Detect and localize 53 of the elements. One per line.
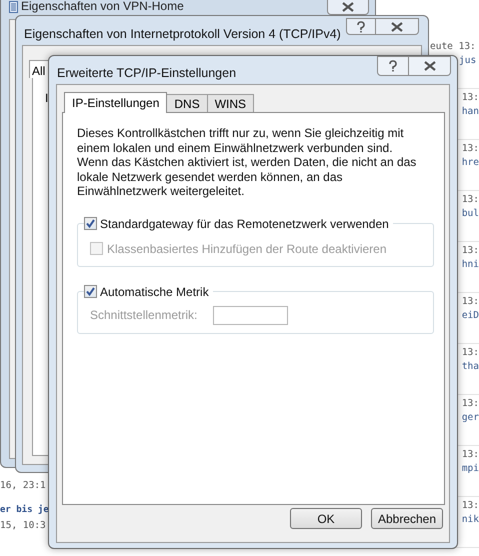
checkbox-label: Klassenbasiertes Hinzufügen der Route deaktivieren xyxy=(107,240,386,258)
timestamp: 13: xyxy=(462,346,479,360)
link[interactable]: bul xyxy=(462,207,479,221)
checkbox-label: Automatische Metrik xyxy=(100,284,209,300)
timestamp: 13: xyxy=(462,499,479,513)
description-text: Dieses Kontrollkästchen trifft nur zu, wenn Sie gleichzeitig mit einem lokalen und einem Einwählnetzwerk verbunden sind. Wenn das Kästchen aktiviert ist, werden Daten, die nicht an das lokale Netzwerk gesendet werden können, an das Einwählnetzwerk weitergeleitet. xyxy=(77,126,418,198)
help-button[interactable] xyxy=(346,18,376,35)
check-icon xyxy=(86,219,95,228)
close-button[interactable] xyxy=(376,18,419,35)
dialog-button[interactable]: Abbrechen xyxy=(371,508,443,529)
tab[interactable]: WINS xyxy=(206,94,254,112)
timestamp: 15, 10:3 xyxy=(0,519,46,533)
link[interactable]: mpi xyxy=(462,462,479,476)
link[interactable]: er bis je xyxy=(0,503,49,518)
tab[interactable]: All xyxy=(29,60,49,78)
help-button[interactable] xyxy=(377,56,409,76)
close-icon xyxy=(391,22,403,32)
close-button[interactable] xyxy=(327,0,369,15)
timestamp: 16, 23:1 xyxy=(0,479,46,493)
window-title: Eigenschaften von VPN-Home xyxy=(21,0,184,13)
timestamp: eute 13: xyxy=(430,40,476,54)
dialog-title: Erweiterte TCP/IP-Einstellungen xyxy=(57,65,236,82)
link[interactable]: eiD xyxy=(462,309,479,323)
check-icon xyxy=(86,287,95,296)
timestamp: 13: xyxy=(462,142,479,156)
close-icon xyxy=(424,61,436,71)
label: I xyxy=(45,91,48,105)
tab[interactable]: IP-Einstellungen xyxy=(64,92,168,113)
link[interactable]: hre xyxy=(462,156,479,170)
link[interactable]: han xyxy=(462,105,479,119)
timestamp: 13: xyxy=(462,244,479,258)
tab[interactable]: DNS xyxy=(166,94,208,112)
link[interactable]: hni xyxy=(462,258,479,272)
timestamp: 13: xyxy=(462,193,479,207)
document-icon xyxy=(9,1,18,13)
field-label: Schnittstellenmetrik: xyxy=(90,307,198,324)
link[interactable]: tha xyxy=(462,360,479,374)
timestamp: 13: xyxy=(462,295,479,309)
help-icon xyxy=(388,60,398,72)
timestamp: 13: xyxy=(462,91,479,105)
checkbox-label: Standardgateway für das Remotenetzwerk verwenden xyxy=(100,216,389,232)
close-icon xyxy=(342,2,354,12)
timestamp: 13: xyxy=(462,397,479,411)
link[interactable]: jus xyxy=(459,54,476,68)
window-title: Eigenschaften von Internetprotokoll Version 4 (TCP/IPv4) xyxy=(24,26,341,43)
close-button[interactable] xyxy=(409,56,451,76)
checkbox[interactable] xyxy=(84,217,97,230)
help-icon xyxy=(356,20,366,32)
dialog-button[interactable]: OK xyxy=(290,508,362,529)
checkbox[interactable] xyxy=(84,285,97,298)
link[interactable]: ger xyxy=(462,411,479,425)
timestamp: 13: xyxy=(462,448,479,462)
link[interactable]: nik xyxy=(462,513,479,527)
